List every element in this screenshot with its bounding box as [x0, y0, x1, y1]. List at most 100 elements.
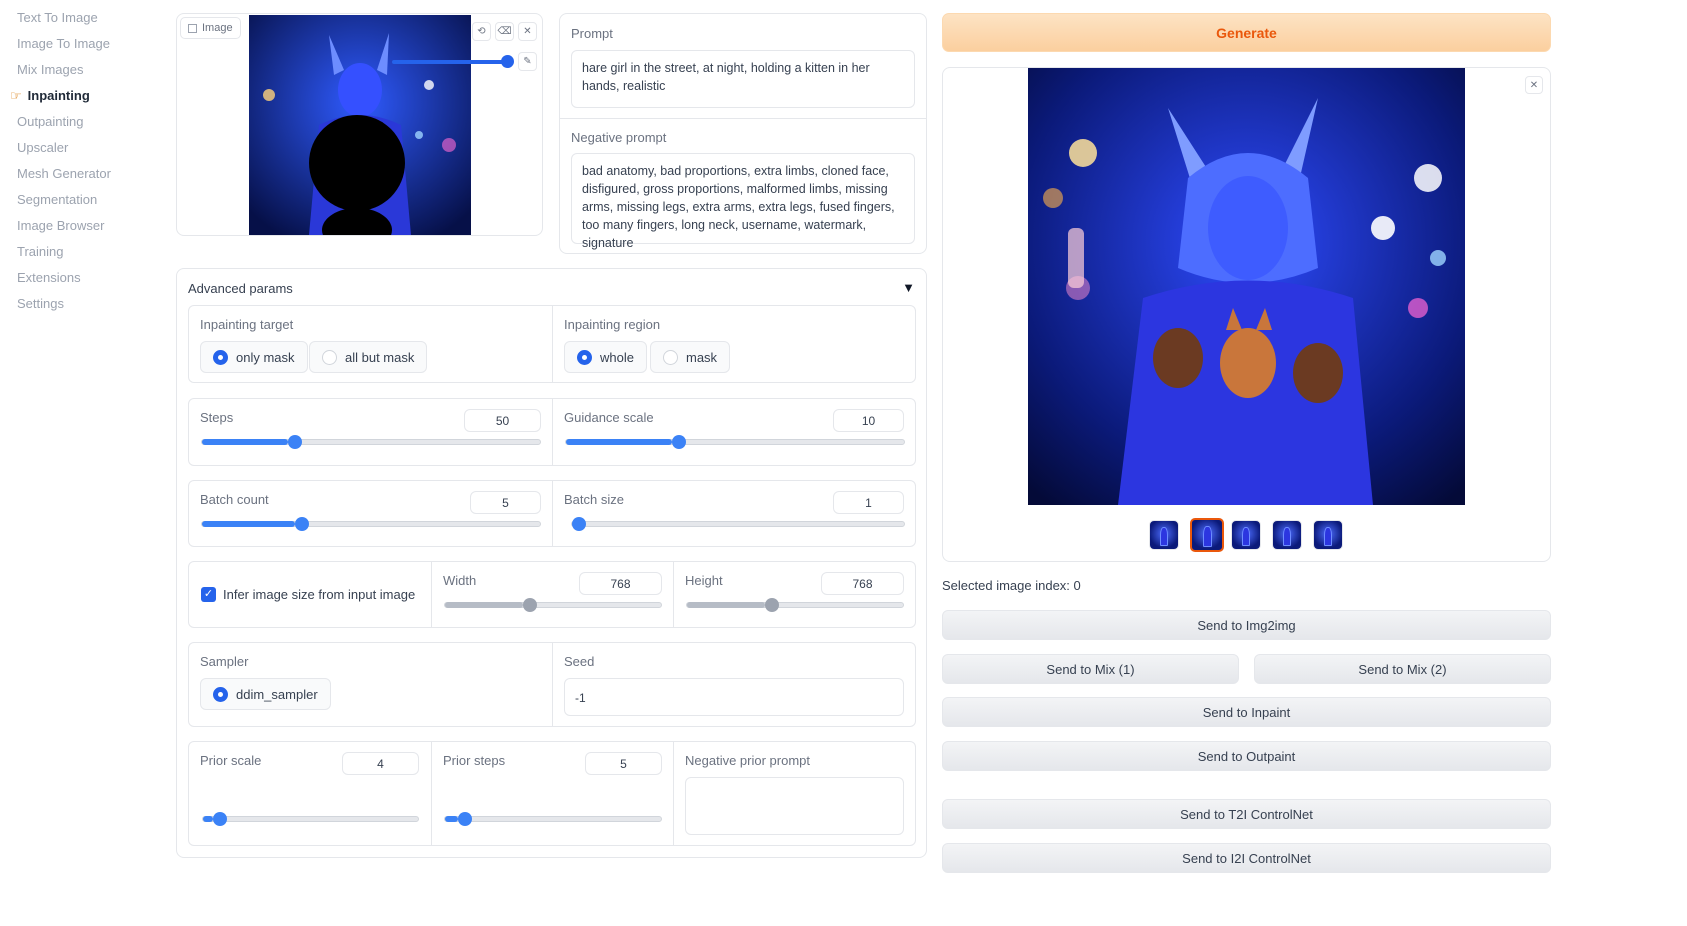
prior-scale-number-input[interactable]: 4	[342, 752, 419, 775]
send-to-outpaint-button[interactable]: Send to Outpaint	[942, 741, 1551, 771]
sidebar-item-outpainting[interactable]: Outpainting	[17, 114, 84, 129]
negative-prompt-textarea[interactable]: bad anatomy, bad proportions, extra limb…	[571, 153, 915, 250]
send-to-img2img-button[interactable]: Send to Img2img	[942, 610, 1551, 640]
input-image-canvas[interactable]	[249, 15, 471, 235]
slider-knob[interactable]	[294, 517, 309, 531]
radio-checked-icon	[213, 349, 228, 365]
sidebar-item-settings[interactable]: Settings	[17, 296, 64, 311]
sidebar-item-upscaler[interactable]: Upscaler	[17, 140, 68, 155]
prompt-label: Prompt	[571, 26, 613, 41]
steps-number-input[interactable]: 50	[464, 409, 541, 432]
width-slider[interactable]	[444, 598, 662, 612]
image-icon	[188, 23, 197, 33]
slider-knob[interactable]	[572, 517, 586, 531]
sidebar-item-mix-images[interactable]: Mix Images	[17, 62, 83, 77]
radio-label: whole	[600, 349, 634, 365]
checkbox-label: Infer image size from input image	[223, 587, 416, 602]
slider-fill	[202, 439, 289, 445]
send-to-t2i-controlnet-button[interactable]: Send to T2I ControlNet	[942, 799, 1551, 829]
inpainting-options-row: Inpainting target only mask all but mask…	[188, 305, 916, 383]
slider-fill	[445, 816, 458, 822]
thumbnail-figure	[1159, 526, 1169, 547]
slider-knob[interactable]	[672, 435, 687, 449]
sidebar-item-segmentation[interactable]: Segmentation	[17, 192, 97, 207]
radio-only-mask[interactable]: only mask	[200, 341, 308, 373]
radio-label: mask	[686, 349, 718, 365]
radio-unchecked-icon	[322, 349, 337, 365]
generate-button[interactable]: Generate	[942, 13, 1551, 52]
sidebar-item-extensions[interactable]: Extensions	[17, 270, 81, 285]
close-icon[interactable]: ✕	[518, 22, 537, 41]
thumbnail-figure	[1241, 526, 1251, 547]
send-to-i2i-controlnet-button[interactable]: Send to I2I ControlNet	[942, 843, 1551, 873]
sidebar-item-label: Inpainting	[27, 88, 90, 103]
batch-size-slider[interactable]	[571, 517, 905, 531]
divider	[431, 742, 432, 845]
slider-knob[interactable]	[457, 812, 472, 826]
radio-all-but-mask[interactable]: all but mask	[309, 341, 428, 373]
output-image[interactable]	[1028, 68, 1465, 505]
sidebar-item-image-to-image[interactable]: Image To Image	[17, 36, 110, 51]
slider-knob[interactable]	[522, 598, 537, 612]
send-to-mix-2-button[interactable]: Send to Mix (2)	[1254, 654, 1551, 684]
thumbnail-figure	[1282, 526, 1292, 547]
guidance-scale-slider[interactable]	[565, 435, 905, 449]
eraser-icon[interactable]: ⌫	[495, 22, 514, 41]
close-icon[interactable]: ✕	[1525, 76, 1543, 94]
gallery-thumbnail[interactable]	[1190, 518, 1224, 552]
slider-knob[interactable]	[212, 812, 227, 826]
sidebar-item-text-to-image[interactable]: Text To Image	[17, 10, 98, 25]
collapse-triangle-icon[interactable]: ▼	[902, 280, 915, 295]
seed-input[interactable]: -1	[564, 678, 904, 716]
divider	[552, 643, 553, 726]
batch-count-slider[interactable]	[201, 517, 541, 531]
radio-label: only mask	[236, 349, 295, 365]
guidance-scale-number-input[interactable]: 10	[833, 409, 904, 432]
send-to-inpaint-button[interactable]: Send to Inpaint	[942, 697, 1551, 727]
thumbnail-figure	[1202, 526, 1212, 547]
batch-count-number-input[interactable]: 5	[470, 491, 541, 514]
infer-size-checkbox[interactable]: ✓ Infer image size from input image	[201, 587, 415, 602]
prior-steps-number-input[interactable]: 5	[585, 752, 662, 775]
sidebar-item-training[interactable]: Training	[17, 244, 63, 259]
undo-icon[interactable]: ⟲	[472, 22, 491, 41]
image-label: Image	[202, 22, 233, 34]
brush-size-slider[interactable]	[392, 55, 514, 68]
brush-icon[interactable]: ✎	[518, 52, 537, 71]
pointing-hand-icon: ☞	[10, 88, 22, 103]
sidebar-item-mesh-generator[interactable]: Mesh Generator	[17, 166, 111, 181]
radio-mask[interactable]: mask	[650, 341, 731, 373]
guidance-scale-label: Guidance scale	[564, 410, 654, 425]
checkbox-checked-icon: ✓	[201, 587, 216, 602]
prior-scale-slider[interactable]	[202, 812, 419, 826]
sidebar-item-inpainting[interactable]: ☞ Inpainting	[10, 88, 90, 104]
gallery-thumbnail[interactable]	[1231, 520, 1261, 550]
radio-ddim-sampler[interactable]: ddim_sampler	[200, 678, 331, 710]
thumbnail-strip	[1149, 518, 1349, 552]
negative-prior-prompt-label: Negative prior prompt	[685, 753, 810, 768]
gallery-thumbnail[interactable]	[1272, 520, 1302, 550]
slider-knob[interactable]	[764, 598, 779, 612]
negative-prior-prompt-textarea[interactable]	[685, 777, 904, 835]
send-to-mix-1-button[interactable]: Send to Mix (1)	[942, 654, 1239, 684]
divider	[560, 118, 926, 119]
height-slider[interactable]	[686, 598, 904, 612]
seed-label: Seed	[564, 654, 595, 669]
sampler-label: Sampler	[200, 654, 249, 669]
radio-whole[interactable]: whole	[564, 341, 647, 373]
prior-steps-slider[interactable]	[444, 812, 662, 826]
inpainting-target-label: Inpainting target	[200, 317, 294, 332]
gallery-thumbnail[interactable]	[1313, 520, 1343, 550]
slider-knob[interactable]	[288, 435, 303, 449]
radio-checked-icon	[213, 686, 228, 702]
batch-size-number-input[interactable]: 1	[833, 491, 904, 514]
steps-slider[interactable]	[201, 435, 541, 449]
prompt-textarea[interactable]: hare girl in the street, at night, holdi…	[571, 50, 915, 108]
width-number-input[interactable]: 768	[579, 572, 662, 595]
divider	[431, 562, 432, 627]
brush-size-knob[interactable]	[501, 55, 514, 68]
height-number-input[interactable]: 768	[821, 572, 904, 595]
gallery-thumbnail[interactable]	[1149, 520, 1179, 550]
batch-count-label: Batch count	[200, 492, 269, 507]
sidebar-item-image-browser[interactable]: Image Browser	[17, 218, 104, 233]
